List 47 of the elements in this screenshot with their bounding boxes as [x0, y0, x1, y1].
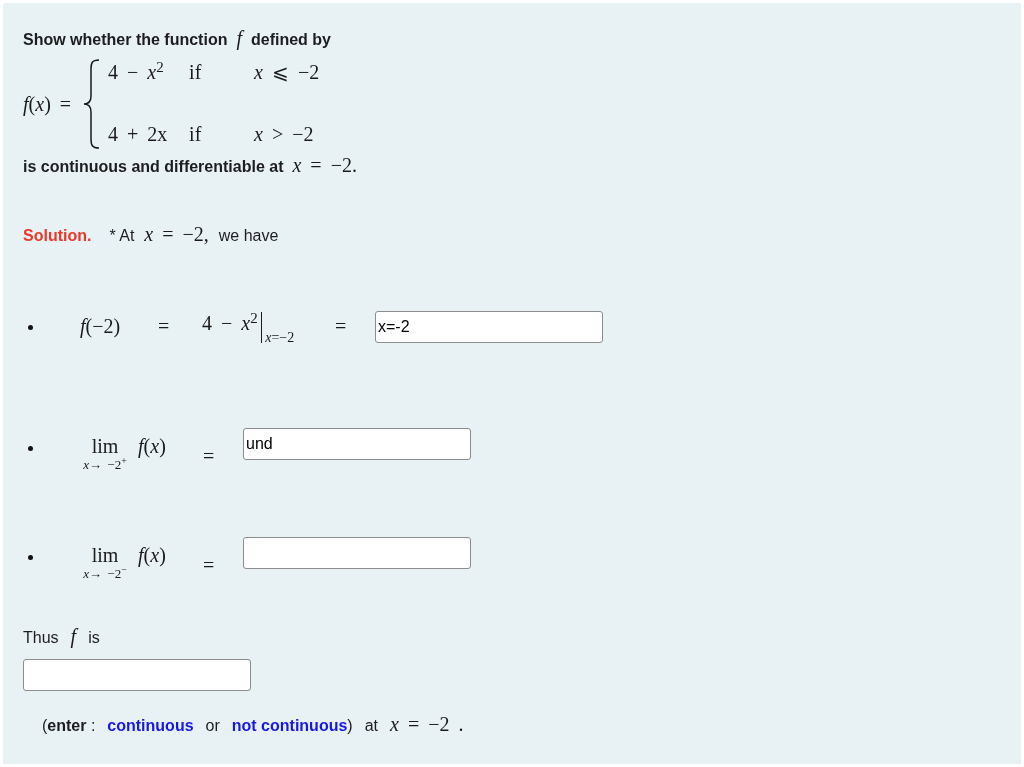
solution-label: Solution. — [23, 226, 92, 246]
answer-field[interactable] — [243, 537, 471, 569]
equals-sign: = — [203, 445, 215, 467]
evaluation-bar — [260, 311, 263, 343]
case-condition: x ⩽ −2 — [254, 61, 320, 83]
curly-brace-icon — [83, 59, 102, 149]
math-variable: f — [70, 624, 77, 648]
math-expression: f(x) — [138, 544, 166, 566]
math-expression: x = −2 . — [390, 712, 464, 736]
bullet-icon — [28, 554, 33, 560]
equals-sign: = — [335, 315, 347, 337]
answer-field[interactable]: und — [243, 428, 471, 460]
limit-operator: lim — [91, 435, 119, 457]
equals-sign: = — [203, 554, 215, 576]
bullet-icon — [28, 324, 33, 330]
math-expression: f(−2) — [80, 315, 121, 337]
bullet-icon — [28, 445, 33, 451]
answer-field[interactable] — [23, 659, 251, 691]
limit-operator: lim — [91, 544, 119, 566]
body-text: at — [364, 716, 378, 736]
body-text: or — [205, 716, 220, 736]
body-text: Thus — [23, 628, 59, 648]
limit-subscript: x→ −2$^{−}$ — [83, 566, 127, 582]
instruction-text: (enter : — [42, 716, 96, 736]
evaluation-subscript: x=−2 — [265, 330, 295, 346]
limit-subscript: x→ −2$^{+}$ — [83, 457, 127, 473]
case-keyword: if — [189, 123, 202, 145]
question-text: is continuous and differentiable at — [23, 157, 284, 177]
case-expression: 4 − x$^{2}$ — [108, 61, 164, 83]
question-text: Show whether the function — [23, 30, 228, 50]
equals-sign: = — [158, 315, 170, 337]
math-expression: f(x) — [138, 435, 166, 457]
math-expression: x = −2. — [292, 153, 357, 177]
answer-option: not continuous — [231, 715, 348, 737]
case-condition: x > −2 — [254, 123, 314, 145]
answer-field[interactable]: x=-2 — [375, 311, 603, 343]
body-text: is — [88, 628, 100, 648]
answer-option: continuous — [107, 715, 194, 737]
function-name: f(x) = — [23, 92, 72, 116]
math-expression: 4 − x$^{2}$ — [202, 311, 258, 335]
case-keyword: if — [189, 61, 202, 83]
question-text: defined by — [251, 30, 331, 50]
body-text: we have — [218, 226, 279, 246]
math-expression: x = −2, — [144, 222, 209, 246]
closing-parenthesis: ) — [347, 716, 353, 736]
case-expression: 4 + 2x — [108, 123, 168, 145]
body-text: * At — [109, 226, 135, 246]
